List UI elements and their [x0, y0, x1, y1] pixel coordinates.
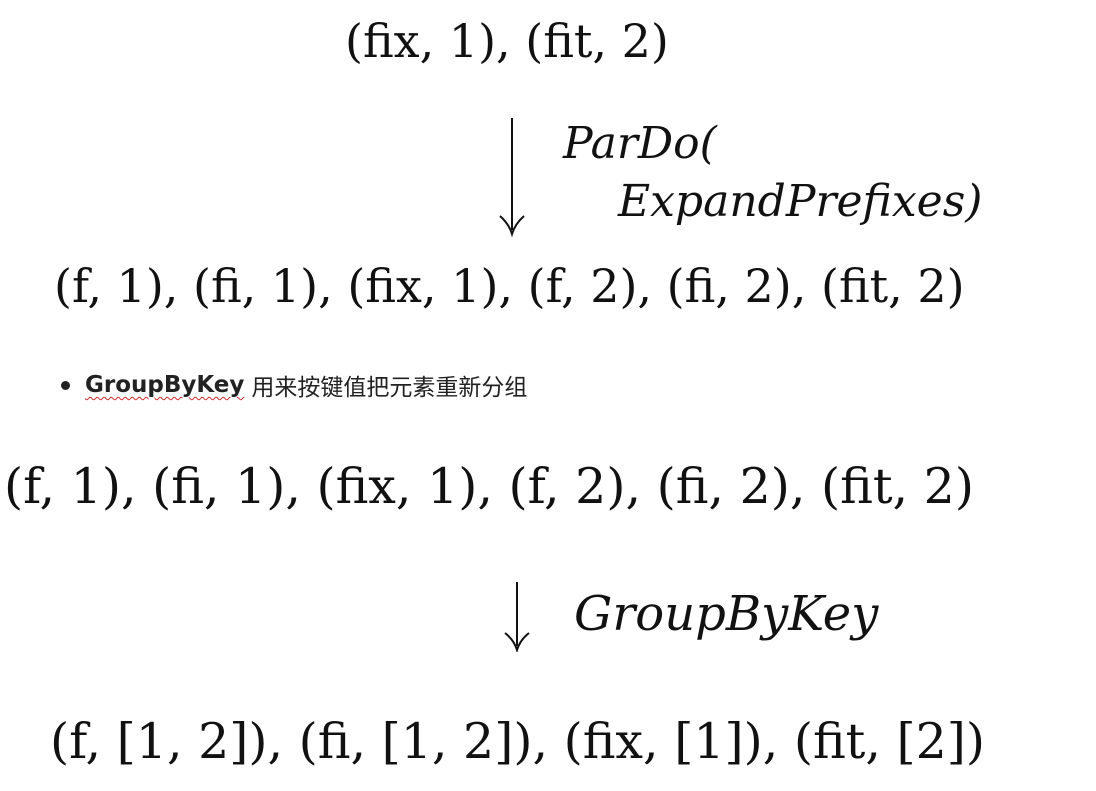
pardo-output-expression: (f, 1), (fi, 1), (fix, 1), (f, 2), (fi, …	[54, 259, 965, 313]
bullet-description: 用来按键值把元素重新分组	[251, 375, 528, 401]
bullet-term: GroupByKey	[85, 372, 245, 398]
groupbykey-output-expression: (f, [1, 2]), (fi, [1, 2]), (fix, [1]), (…	[50, 713, 986, 770]
down-arrow-icon	[497, 116, 527, 238]
pardo-operation-label: ParDo(	[563, 118, 717, 169]
pardo-operation-label-continued: ExpandPrefixes)	[618, 176, 983, 227]
down-arrow-icon	[502, 580, 532, 652]
groupbykey-input-expression: (f, 1), (fi, 1), (fix, 1), (f, 2), (fi, …	[4, 458, 974, 515]
bullet-list-item: GroupByKey 用来按键值把元素重新分组	[60, 368, 527, 402]
pardo-input-expression: (fix, 1), (fit, 2)	[345, 14, 669, 68]
bullet-dot-icon	[61, 380, 70, 390]
groupbykey-operation-label: GroupByKey	[574, 586, 879, 642]
